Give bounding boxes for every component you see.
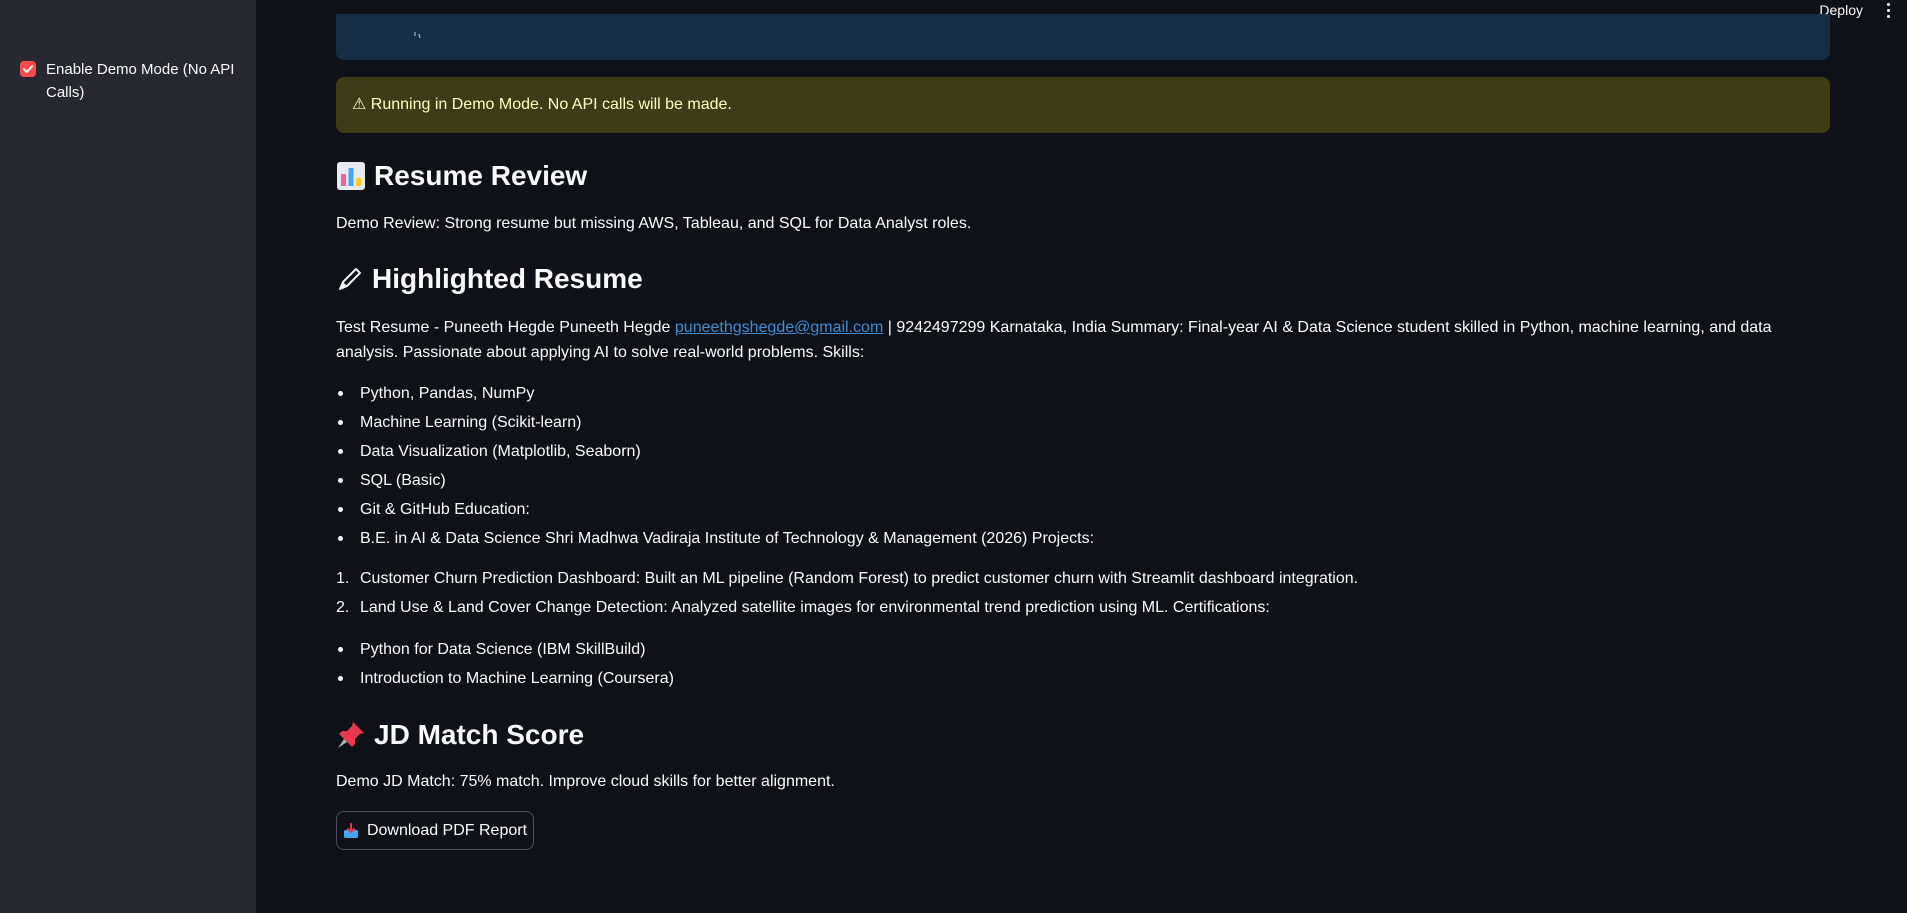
list-item-text: Machine Learning (Scikit-learn) bbox=[360, 414, 582, 431]
resume-review-title: Resume Review bbox=[374, 160, 588, 191]
demo-mode-label[interactable]: Enable Demo Mode (No API Calls) bbox=[46, 58, 240, 104]
bar-chart-icon bbox=[337, 162, 365, 190]
resume-intro: Test Resume - Puneeth Hegde Puneeth Hegd… bbox=[336, 315, 1830, 365]
list-item: SQL (Basic) bbox=[336, 466, 1830, 495]
list-item-text: Python, Pandas, NumPy bbox=[360, 385, 535, 402]
list-item: Python, Pandas, NumPy bbox=[336, 379, 1830, 408]
list-item: 2. Land Use & Land Cover Change Detection… bbox=[336, 599, 1270, 616]
jd-match-title: JD Match Score bbox=[374, 719, 585, 750]
info-text-fragment bbox=[414, 32, 421, 38]
resume-review-heading: Resume Review bbox=[336, 160, 587, 192]
more-menu-icon[interactable] bbox=[1879, 0, 1897, 20]
jd-match-text: Demo JD Match: 75% match. Improve cloud … bbox=[336, 773, 835, 790]
list-item: Machine Learning (Scikit-learn) bbox=[336, 408, 1830, 437]
info-box bbox=[336, 14, 1830, 60]
list-item-text: Introduction to Machine Learning (Course… bbox=[360, 670, 674, 687]
skills-list: Python, Pandas, NumPy Machine Learning (… bbox=[336, 379, 1830, 553]
list-item-text: Python for Data Science (IBM SkillBuild) bbox=[360, 641, 646, 658]
list-item: Python for Data Science (IBM SkillBuild) bbox=[336, 635, 1830, 664]
jd-match-heading: JD Match Score bbox=[336, 719, 584, 751]
list-item: Data Visualization (Matplotlib, Seaborn) bbox=[336, 437, 1830, 466]
resume-review-text: Demo Review: Strong resume but missing A… bbox=[336, 215, 972, 232]
resume-intro-start: Test Resume - Puneeth Hegde Puneeth Hegd… bbox=[336, 319, 675, 336]
list-item: Git & GitHub Education: bbox=[336, 495, 1830, 524]
inbox-tray-icon bbox=[343, 822, 358, 838]
list-item-text: B.E. in AI & Data Science Shri Madhwa Va… bbox=[360, 530, 1095, 547]
email-link[interactable]: puneethgshegde@gmail.com bbox=[675, 319, 883, 336]
pushpin-icon bbox=[338, 722, 364, 748]
list-item-text: Git & GitHub Education: bbox=[360, 501, 530, 518]
check-icon[interactable] bbox=[20, 61, 36, 77]
list-item-text: SQL (Basic) bbox=[360, 472, 446, 489]
projects-list: 1. Customer Churn Prediction Dashboard: B… bbox=[336, 564, 1830, 622]
list-item-text: Land Use & Land Cover Change Detection: … bbox=[360, 599, 1270, 616]
certifications-list: Python for Data Science (IBM SkillBuild)… bbox=[336, 635, 1830, 693]
list-item-text: Customer Churn Prediction Dashboard: Bui… bbox=[360, 570, 1359, 587]
download-pdf-button[interactable]: Download PDF Report bbox=[336, 811, 534, 850]
list-item: Introduction to Machine Learning (Course… bbox=[336, 664, 1830, 693]
demo-mode-warning: ⚠ Running in Demo Mode. No API calls wil… bbox=[336, 77, 1830, 133]
demo-mode-checkbox[interactable]: Enable Demo Mode (No API Calls) bbox=[20, 58, 240, 104]
pen-icon bbox=[339, 268, 361, 290]
list-item-text: Data Visualization (Matplotlib, Seaborn) bbox=[360, 443, 641, 460]
sidebar: Enable Demo Mode (No API Calls) bbox=[0, 0, 256, 913]
download-pdf-label[interactable]: Download PDF Report bbox=[367, 822, 527, 840]
highlighted-resume-title: Highlighted Resume bbox=[372, 263, 643, 294]
highlighted-resume-heading: Highlighted Resume bbox=[336, 263, 643, 295]
list-item: B.E. in AI & Data Science Shri Madhwa Va… bbox=[336, 524, 1830, 553]
list-item: 1. Customer Churn Prediction Dashboard: B… bbox=[336, 570, 1359, 587]
